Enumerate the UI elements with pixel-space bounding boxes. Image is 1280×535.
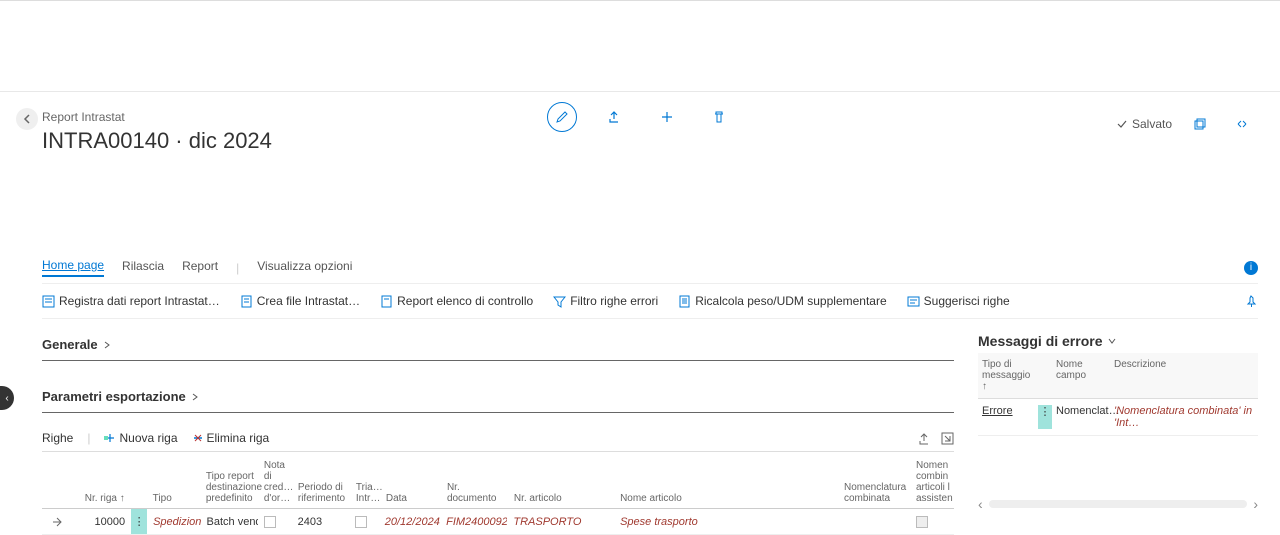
row-selector[interactable] (42, 509, 72, 534)
tab-separator: | (236, 261, 239, 275)
scrollbar[interactable] (989, 500, 1248, 508)
cell-nom (839, 509, 910, 534)
header-nom[interactable]: Nomenclatura combinata (838, 456, 910, 508)
tab-report[interactable]: Report (182, 259, 218, 276)
delete-button[interactable] (705, 103, 733, 131)
err-header-desc[interactable]: Descrizione (1110, 359, 1258, 392)
info-badge[interactable]: i (1244, 261, 1258, 275)
edit-button[interactable] (547, 102, 577, 132)
scroll-left[interactable]: ‹ (978, 496, 983, 512)
err-header-tipo[interactable]: Tipo di messaggio ↑ (978, 359, 1038, 392)
page-title: INTRA00140 · dic 2024 (42, 128, 272, 154)
detach-button[interactable] (1186, 110, 1214, 138)
cell-nome: Spese trasporto (614, 509, 839, 534)
expand-rows-button[interactable] (941, 432, 954, 445)
header-nota[interactable]: Nota di cred… d'or… (258, 456, 292, 508)
cell-art: TRASPORTO (507, 509, 614, 534)
calc-icon (678, 295, 691, 308)
cell-data: 20/12/2024 (379, 509, 440, 534)
cell-doc: FIM24000921 (440, 509, 507, 534)
share-button[interactable] (601, 103, 629, 131)
pin-button[interactable] (1245, 295, 1258, 308)
back-button[interactable] (16, 108, 38, 130)
filter-icon (553, 295, 566, 308)
report-icon (380, 295, 393, 308)
rows-title: Righe (42, 431, 73, 445)
table-row[interactable]: 10000 ⋮ Spedizione Batch vend… 2403 20/1… (42, 509, 954, 535)
action-suggerisci[interactable]: Suggerisci righe (907, 294, 1010, 308)
collapse-button[interactable] (1228, 110, 1256, 138)
action-ricalcola[interactable]: Ricalcola peso/UDM supplementare (678, 294, 886, 308)
register-icon (42, 295, 55, 308)
section-parametri[interactable]: Parametri esportazione (42, 381, 954, 413)
add-button[interactable] (653, 103, 681, 131)
nuova-riga-button[interactable]: Nuova riga (104, 431, 177, 445)
errors-panel-title[interactable]: Messaggi di errore (978, 329, 1258, 353)
chevron-down-icon (1107, 336, 1117, 346)
new-row-icon (104, 432, 116, 444)
header-periodo[interactable]: Periodo di riferimento (292, 456, 350, 508)
saved-status: Salvato (1116, 117, 1172, 131)
err-cell-campo: Nomenclat… (1052, 405, 1110, 429)
header-nomcomb[interactable]: Nomen combin articoli l assisten (910, 456, 954, 508)
cell-tiporep: Batch vend… (201, 509, 258, 534)
tab-rilascia[interactable]: Rilascia (122, 259, 164, 276)
err-cell-tipo[interactable]: Errore (978, 405, 1038, 429)
tab-opzioni[interactable]: Visualizza opzioni (257, 259, 352, 276)
err-header-campo[interactable]: Nome campo (1052, 359, 1110, 392)
action-filtro[interactable]: Filtro righe errori (553, 294, 658, 308)
action-creafile[interactable]: Crea file Intrastat… (240, 294, 360, 308)
tab-home[interactable]: Home page (42, 258, 104, 277)
elimina-riga-button[interactable]: Elimina riga (192, 431, 270, 445)
header-tria[interactable]: Tria… Intr… (350, 456, 380, 508)
header-nr-riga[interactable]: Nr. riga ↑ (72, 456, 131, 508)
header-data[interactable]: Data (380, 456, 441, 508)
suggest-icon (907, 295, 920, 308)
action-registra[interactable]: Registra dati report Intrastat… (42, 294, 220, 308)
header-nome[interactable]: Nome articolo (614, 456, 838, 508)
chevron-right-icon (190, 392, 200, 402)
header-doc[interactable]: Nr. documento (441, 456, 508, 508)
error-row[interactable]: Errore ⋮ Nomenclat… 'Nomenclatura combin… (978, 399, 1258, 436)
section-generale[interactable]: Generale (42, 329, 954, 361)
header-tipo[interactable]: Tipo (147, 456, 200, 508)
cell-tipo: Spedizione (147, 509, 200, 534)
delete-row-icon (192, 432, 204, 444)
err-cell-desc: 'Nomenclatura combinata' in 'Int… (1110, 405, 1258, 429)
cell-nota[interactable] (258, 509, 292, 534)
cell-nr: 10000 (72, 509, 131, 534)
scroll-right[interactable]: › (1253, 496, 1258, 512)
cell-tria[interactable] (349, 509, 379, 534)
header-tiporep[interactable]: Tipo report destinazione predefinito (200, 456, 258, 508)
share-rows-button[interactable] (918, 432, 931, 445)
action-controllo[interactable]: Report elenco di controllo (380, 294, 533, 308)
row-menu-button[interactable]: ⋮ (131, 509, 147, 534)
header-art[interactable]: Nr. articolo (508, 456, 614, 508)
chevron-right-icon (102, 340, 112, 350)
err-row-menu[interactable]: ⋮ (1038, 405, 1052, 429)
breadcrumb: Report Intrastat (42, 110, 125, 124)
file-icon (240, 295, 253, 308)
cell-nomcomb[interactable] (910, 509, 954, 534)
cell-periodo: 2403 (292, 509, 349, 534)
